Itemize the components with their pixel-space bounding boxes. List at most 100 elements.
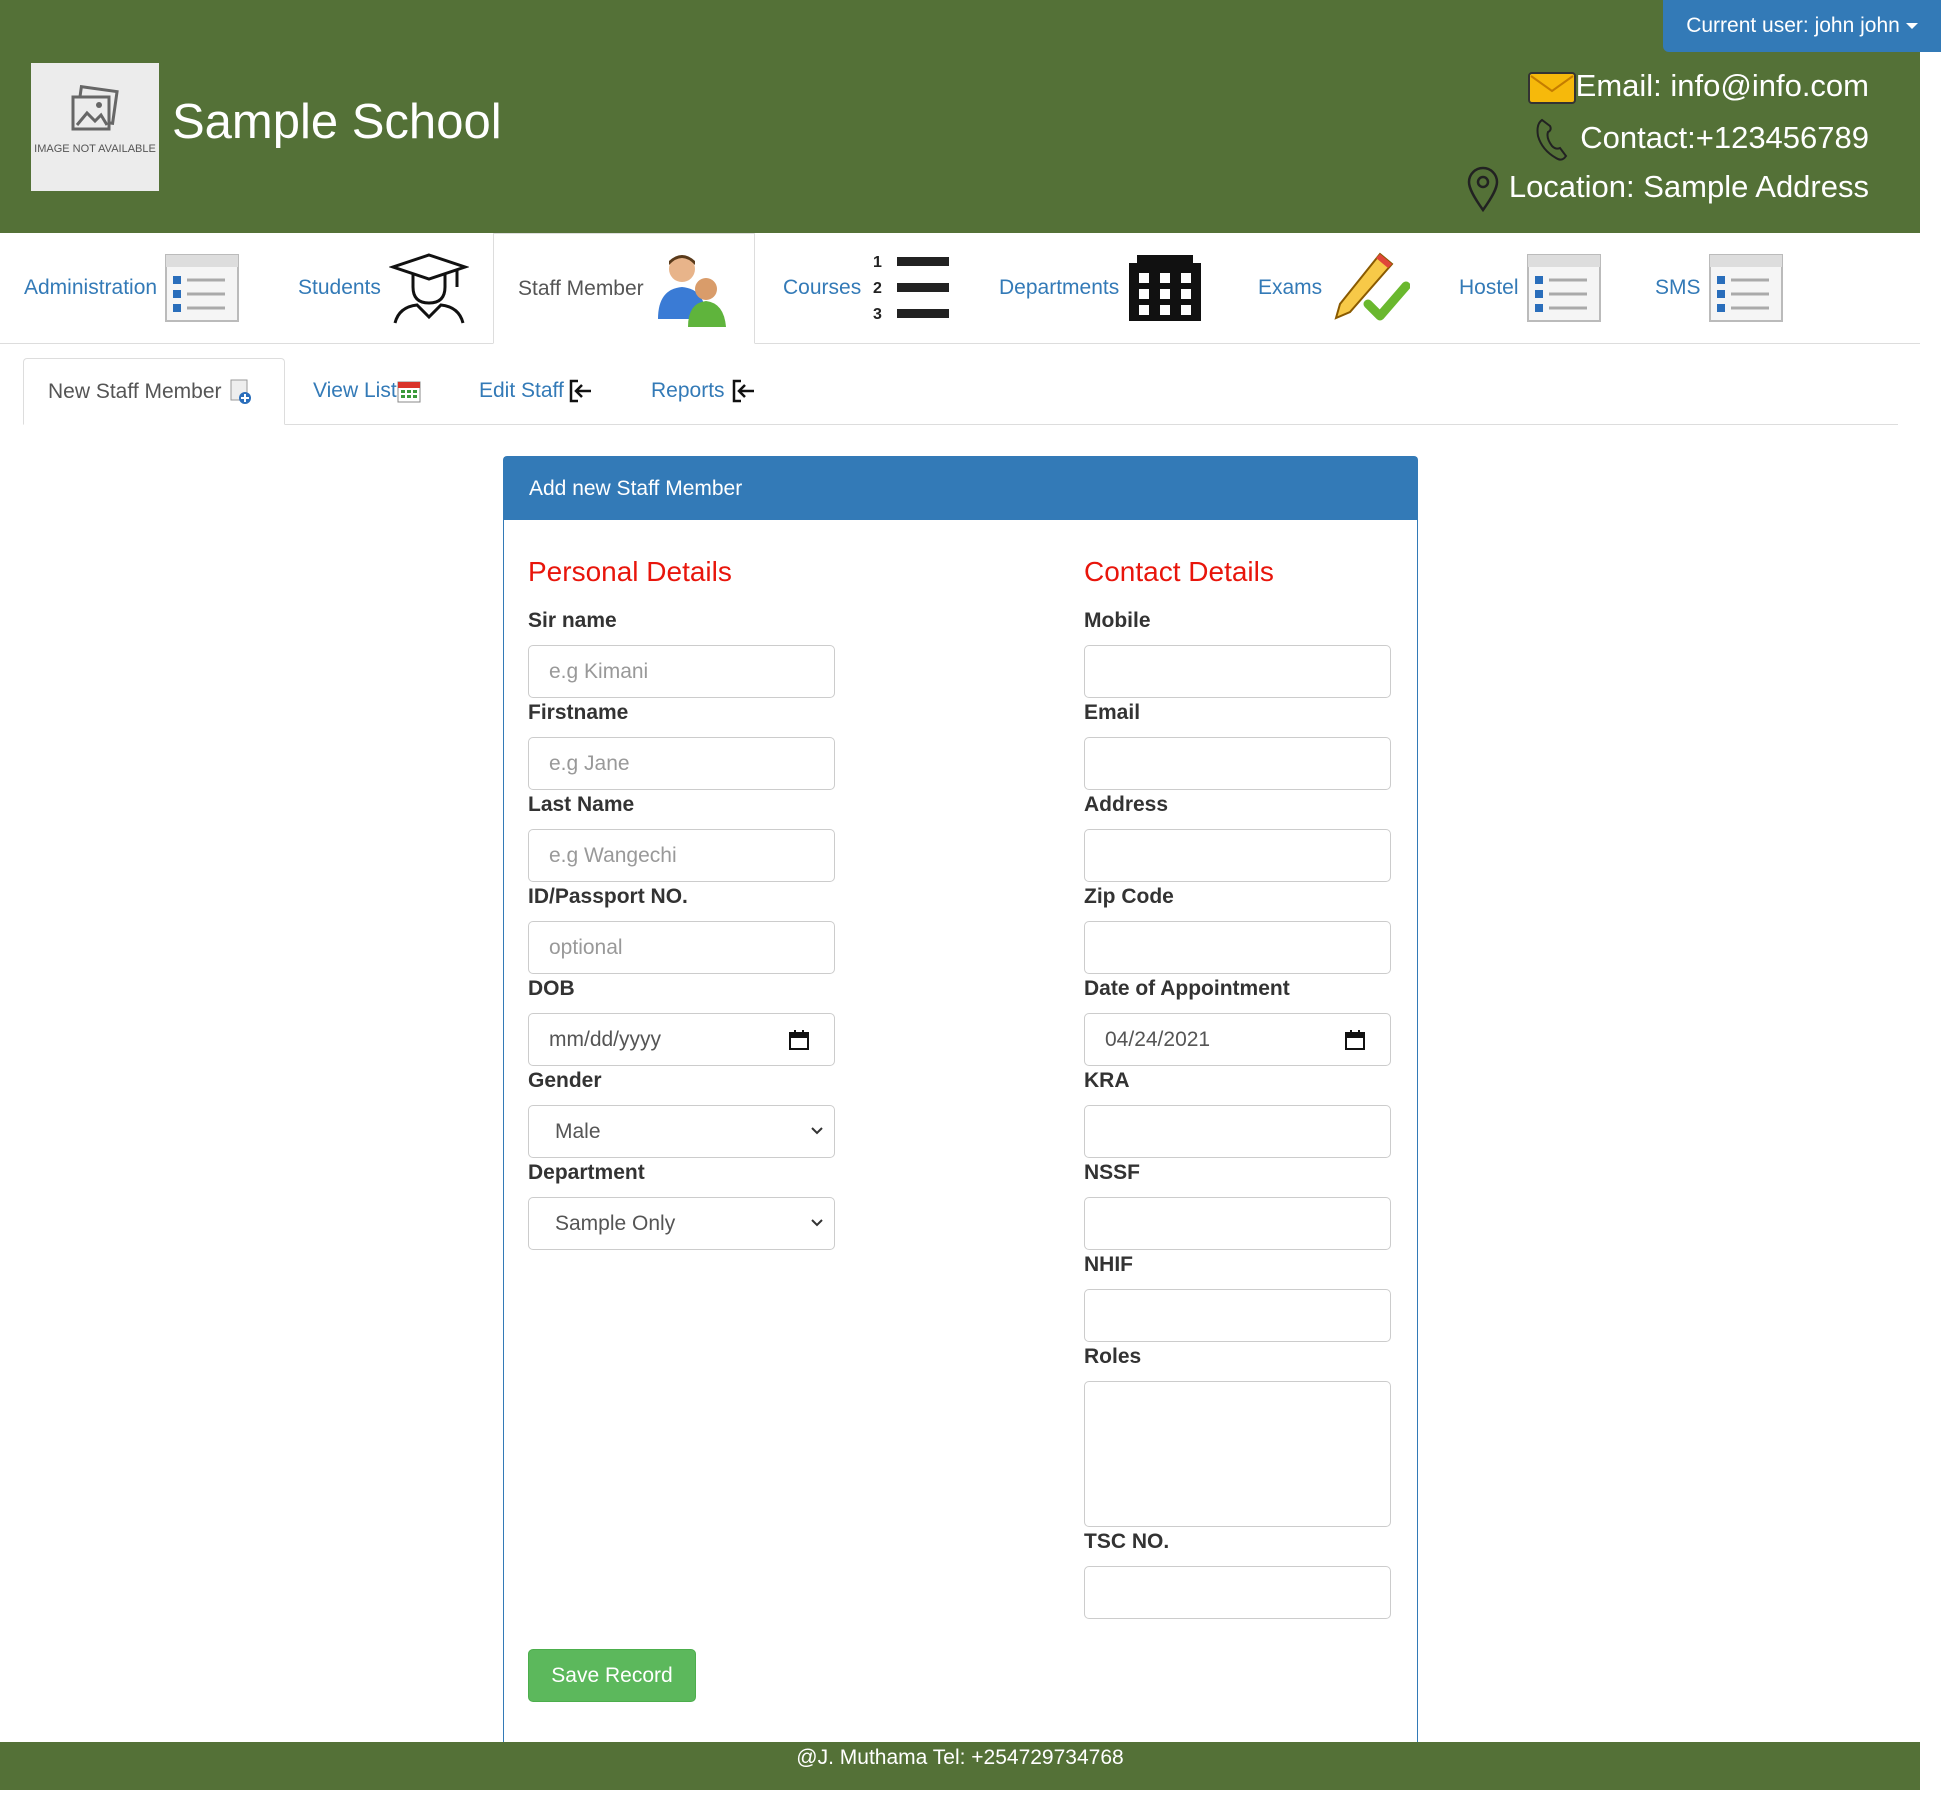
nav-item-sms[interactable]: SMS — [1655, 233, 1783, 343]
nav-item-staff-member[interactable]: Staff Member — [493, 233, 755, 344]
nhif-input[interactable] — [1084, 1289, 1391, 1342]
footer-text: @J. Muthama Tel: +254729734768 — [796, 1746, 1124, 1769]
contact-text: Contact:+123456789 — [1580, 120, 1869, 156]
map-pin-icon — [1467, 166, 1499, 213]
dob-input[interactable]: mm/dd/yyyy — [528, 1013, 835, 1066]
department-label: Department — [528, 1161, 645, 1184]
lastname-input[interactable]: e.g Wangechi — [528, 829, 835, 882]
save-record-button[interactable]: Save Record — [528, 1649, 696, 1702]
nav-label: Staff Member — [518, 276, 644, 300]
calendar-icon — [397, 381, 421, 403]
nav-item-courses[interactable]: Courses 1 2 3 — [783, 233, 953, 343]
page-header: IMAGE NOT AVAILABLE Sample School Email:… — [0, 0, 1920, 233]
email-info: Email: info@info.com — [1527, 66, 1869, 106]
nav-item-departments[interactable]: Departments — [999, 233, 1203, 343]
appointment-date-value: 04/24/2021 — [1105, 1028, 1211, 1051]
mobile-label: Mobile — [1084, 609, 1151, 632]
surname-label: Sir name — [528, 609, 617, 632]
nssf-input[interactable] — [1084, 1197, 1391, 1250]
address-input[interactable] — [1084, 829, 1391, 882]
mobile-input[interactable] — [1084, 645, 1391, 698]
nssf-label: NSSF — [1084, 1161, 1141, 1184]
contact-info: Contact:+123456789 — [1532, 116, 1869, 164]
chevron-down-icon — [811, 1127, 823, 1135]
exit-icon — [569, 379, 591, 403]
tab-new-staff-member[interactable]: New Staff Member — [23, 358, 285, 425]
department-select[interactable]: Sample Only — [528, 1197, 835, 1250]
caret-down-icon — [1905, 23, 1918, 30]
current-user-label: Current user: john john — [1686, 14, 1900, 37]
svg-text:2: 2 — [873, 280, 882, 297]
nav-item-students[interactable]: Students — [298, 233, 469, 343]
school-logo: IMAGE NOT AVAILABLE — [31, 63, 159, 191]
svg-text:3: 3 — [873, 306, 882, 323]
pencil-check-icon — [1334, 252, 1411, 321]
sub-tabs: New Staff Member View List Edit Staff Re… — [23, 358, 1898, 425]
list-icon — [165, 254, 240, 322]
email-text: Email: info@info.com — [1575, 68, 1869, 103]
firstname-input[interactable]: e.g Jane — [528, 737, 835, 790]
appointment-date-input[interactable]: 04/24/2021 — [1084, 1013, 1391, 1066]
phone-icon — [1536, 118, 1567, 161]
new-doc-icon — [230, 379, 251, 404]
calendar-icon[interactable] — [1344, 1029, 1366, 1051]
nav-label: Courses — [783, 276, 862, 299]
staff-icon — [657, 254, 726, 327]
image-placeholder-icon — [71, 85, 119, 131]
roles-textarea[interactable] — [1084, 1381, 1391, 1527]
nhif-label: NHIF — [1084, 1253, 1133, 1276]
chevron-down-icon — [811, 1219, 823, 1227]
nav-label: Departments — [999, 276, 1120, 299]
tab-label: Edit Staff — [479, 379, 564, 402]
email-input[interactable] — [1084, 737, 1391, 790]
current-user-dropdown[interactable]: Current user: john john — [1663, 0, 1941, 52]
nav-item-administration[interactable]: Administration — [24, 233, 240, 343]
id-passport-label: ID/Passport NO. — [528, 885, 688, 908]
tsc-no-input[interactable] — [1084, 1566, 1391, 1619]
appointment-date-label: Date of Appointment — [1084, 977, 1290, 1000]
gender-select[interactable]: Male — [528, 1105, 835, 1158]
nav-label: Students — [298, 276, 381, 299]
tab-view-list[interactable]: View List — [313, 358, 421, 424]
firstname-label: Firstname — [528, 701, 629, 724]
department-value: Sample Only — [555, 1212, 676, 1235]
kra-input[interactable] — [1084, 1105, 1391, 1158]
nav-item-hostel[interactable]: Hostel — [1459, 233, 1601, 343]
exit-icon — [732, 379, 754, 403]
page-footer: @J. Muthama Tel: +254729734768 — [0, 1742, 1920, 1790]
roles-label: Roles — [1084, 1345, 1142, 1368]
tsc-no-label: TSC NO. — [1084, 1530, 1170, 1553]
lastname-label: Last Name — [528, 793, 635, 816]
nav-label: Hostel — [1459, 276, 1519, 299]
calendar-icon[interactable] — [788, 1029, 810, 1051]
dob-value: mm/dd/yyyy — [549, 1028, 662, 1051]
id-passport-input[interactable]: optional — [528, 921, 835, 974]
numbered-list-icon: 1 2 3 — [873, 254, 950, 323]
gender-value: Male — [555, 1120, 601, 1143]
zip-code-input[interactable] — [1084, 921, 1391, 974]
svg-text:1: 1 — [873, 254, 882, 271]
building-icon — [1129, 255, 1202, 321]
contact-details-heading: Contact Details — [1084, 556, 1274, 587]
nav-label: Exams — [1258, 276, 1323, 299]
graduate-icon — [388, 253, 469, 324]
main-nav: Administration Students Staff Member Cou… — [0, 233, 1920, 344]
nav-item-exams[interactable]: Exams — [1258, 233, 1411, 343]
gender-label: Gender — [528, 1069, 602, 1092]
logo-text: IMAGE NOT AVAILABLE — [34, 143, 156, 155]
tab-label: New Staff Member — [48, 379, 222, 403]
envelope-icon — [1527, 71, 1576, 104]
school-name: Sample School — [172, 95, 502, 149]
list-icon — [1708, 254, 1783, 322]
tab-reports[interactable]: Reports — [651, 358, 757, 424]
nav-label: Administration — [24, 276, 158, 299]
tab-label: View List — [313, 379, 397, 402]
surname-input[interactable]: e.g Kimani — [528, 645, 835, 698]
location-text: Location: Sample Address — [1508, 169, 1869, 205]
dob-label: DOB — [528, 977, 575, 1000]
list-icon — [1526, 254, 1601, 322]
tab-edit-staff[interactable]: Edit Staff — [479, 358, 594, 424]
panel-title: Add new Staff Member — [504, 457, 1417, 520]
kra-label: KRA — [1084, 1069, 1130, 1092]
zip-code-label: Zip Code — [1084, 885, 1174, 908]
